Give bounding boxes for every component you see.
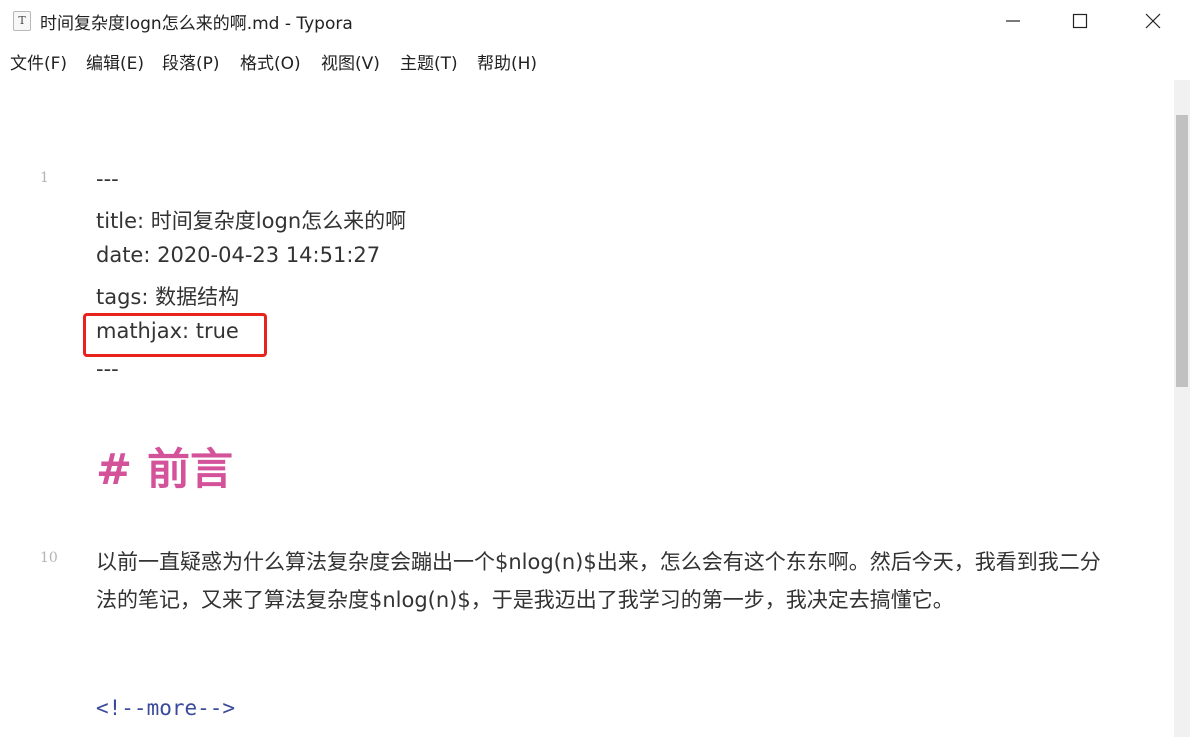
front-matter-date: date: 2020-04-23 14:51:27 bbox=[96, 243, 381, 267]
front-matter-open: --- bbox=[96, 167, 119, 191]
close-icon bbox=[1145, 13, 1161, 29]
editor-area[interactable]: 1 --- title: 时间复杂度logn怎么来的啊 date: 2020-0… bbox=[0, 80, 1174, 737]
front-matter-mathjax: mathjax: true bbox=[96, 319, 239, 343]
menu-edit[interactable]: 编辑(E) bbox=[86, 49, 144, 74]
maximize-icon bbox=[1072, 13, 1088, 29]
line-number: 10 bbox=[40, 550, 58, 566]
close-button[interactable] bbox=[1130, 0, 1176, 42]
more-comment: <!--more--> bbox=[96, 696, 236, 720]
maximize-button[interactable] bbox=[1057, 0, 1103, 42]
typora-app-icon: T bbox=[13, 11, 31, 31]
body-paragraph: 以前一直疑惑为什么算法复杂度会蹦出一个$nlog(n)$出来，怎么会有这个东东啊… bbox=[96, 550, 1101, 612]
minimize-button[interactable] bbox=[990, 0, 1036, 42]
menu-view[interactable]: 视图(V) bbox=[321, 49, 380, 74]
scrollbar-thumb[interactable] bbox=[1176, 115, 1188, 387]
menu-theme[interactable]: 主题(T) bbox=[400, 49, 458, 74]
title-bar: T 时间复杂度logn怎么来的啊.md - Typora bbox=[0, 0, 1190, 42]
line-number: 1 bbox=[40, 170, 49, 186]
front-matter-tags: tags: 数据结构 bbox=[96, 285, 240, 309]
menu-help[interactable]: 帮助(H) bbox=[477, 49, 537, 74]
minimize-icon bbox=[1006, 20, 1020, 22]
menu-format[interactable]: 格式(O) bbox=[240, 49, 301, 74]
menu-bar: 文件(F) 编辑(E) 段落(P) 格式(O) 视图(V) 主题(T) 帮助(H… bbox=[0, 46, 1190, 74]
front-matter-close: --- bbox=[96, 357, 119, 381]
front-matter-title: title: 时间复杂度logn怎么来的啊 bbox=[96, 209, 407, 233]
menu-paragraph[interactable]: 段落(P) bbox=[162, 49, 220, 74]
menu-file[interactable]: 文件(F) bbox=[10, 49, 67, 74]
window-title: 时间复杂度logn怎么来的啊.md - Typora bbox=[40, 14, 353, 34]
heading-preface: # 前言 bbox=[96, 445, 233, 495]
